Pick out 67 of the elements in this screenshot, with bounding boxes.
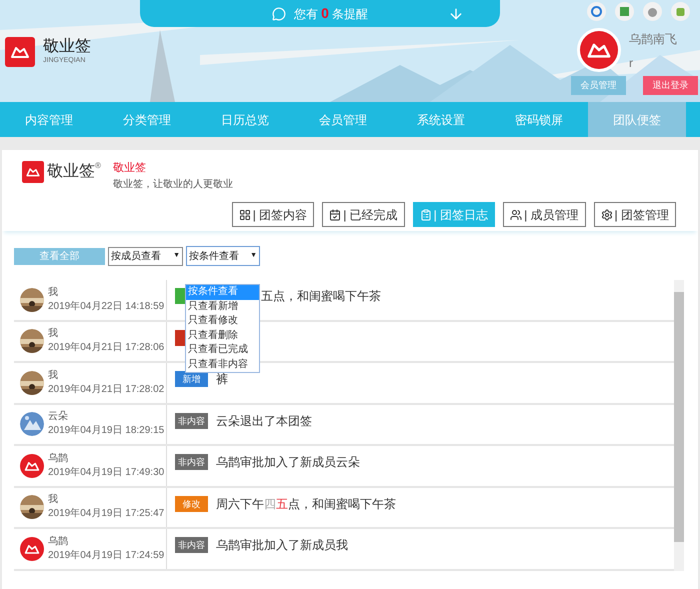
log-content: 云朵退出了本团签 [216, 412, 312, 428]
dropdown-option[interactable]: 只查看非内容 [186, 358, 259, 372]
log-badge: 非内容 [175, 412, 208, 428]
brand-name: 敬业签 [43, 38, 91, 56]
log-user: 我 [48, 368, 59, 383]
team-title[interactable]: 敬业签 [112, 160, 233, 176]
notice-bar[interactable]: 您有 0 条提醒 [140, 0, 500, 27]
action-tab[interactable]: | 成员管理 [503, 202, 586, 227]
nav-tab[interactable]: 分类管理 [98, 102, 196, 137]
logo-icon [5, 37, 35, 67]
log-content: 五点，和闺蜜喝下午茶 [261, 288, 381, 304]
dropdown-option[interactable]: 只查看新增 [186, 300, 259, 314]
user-name: 乌鹊南飞 [629, 31, 677, 48]
registered-mark: ® [95, 160, 101, 172]
log-user: 我 [48, 493, 59, 508]
action-tab[interactable]: | 已经完成 [322, 202, 405, 227]
team-logo-text: 敬业签 [47, 162, 95, 182]
action-tab[interactable]: | 团签管理 [594, 202, 676, 227]
logo-avatar-icon [20, 454, 44, 478]
nav-tab[interactable]: 会员管理 [294, 102, 392, 137]
nav-tab[interactable]: 日历总览 [196, 102, 294, 137]
log-user: 乌鹊 [48, 452, 69, 466]
log-badge: 新增 [175, 371, 208, 387]
scrollbar[interactable] [674, 280, 684, 570]
log-content: 裤 [216, 371, 228, 387]
calendar-check-icon [329, 208, 342, 220]
dropdown-option[interactable]: 按条件查看 [186, 285, 259, 300]
clipboard-icon [420, 208, 432, 220]
log-user: 乌鹊 [48, 534, 69, 549]
log-badge: 修改 [175, 496, 208, 512]
member-button[interactable]: 会员管理 [571, 76, 626, 95]
log-time: 2019年04月19日 17:25:47 [48, 507, 164, 522]
log-time: 2019年04月21日 17:28:06 [48, 341, 164, 356]
nav-tab[interactable]: 密码锁屏 [490, 102, 588, 137]
users-icon [510, 208, 522, 220]
action-tab[interactable]: | 团签内容 [232, 202, 314, 227]
log-user: 云朵 [48, 410, 69, 424]
log-time: 2019年04月21日 17:28:02 [48, 382, 164, 397]
log-badge: 非内容 [175, 454, 208, 470]
team-slogan: 敬业签，让敬业的人更敬业 [112, 178, 233, 192]
team-logo-icon [22, 161, 44, 183]
user-account: r [629, 55, 634, 72]
log-user: 我 [48, 286, 59, 300]
log-time: 2019年04月22日 14:18:59 [48, 300, 164, 314]
nav-tab[interactable]: 团队便签 [588, 102, 686, 137]
dropdown-option[interactable]: 只查看已完成 [186, 343, 259, 358]
nav-tab[interactable]: 系统设置 [392, 102, 490, 137]
dropdown-option[interactable]: 只查看修改 [186, 314, 259, 328]
logout-button[interactable]: 退出登录 [643, 76, 698, 95]
view-all-button[interactable]: 查看全部 [14, 248, 105, 264]
user-avatar-icon [580, 31, 618, 69]
log-user: 我 [48, 327, 59, 342]
log-time: 2019年04月19日 18:29:15 [48, 424, 164, 438]
logo-avatar-icon [20, 536, 44, 561]
action-tab[interactable]: | 团签日志 [412, 202, 496, 227]
log-time: 2019年04月19日 17:49:30 [48, 466, 164, 480]
dropdown-option[interactable]: 只查看删除 [186, 328, 259, 343]
grid-icon [238, 208, 251, 220]
log-time: 2019年04月19日 17:24:59 [48, 548, 164, 563]
log-badge: 非内容 [175, 537, 208, 553]
message-icon [272, 6, 286, 20]
log-content: 周六下午四五点，和闺蜜喝下午茶 [216, 496, 396, 512]
notice-text: 您有 0 条提醒 [294, 4, 368, 23]
log-content: 乌鹊审批加入了新成员云朵 [216, 454, 360, 470]
nav-tab[interactable]: 内容管理 [0, 102, 98, 137]
log-content: 乌鹊审批加入了新成员我 [216, 537, 348, 553]
gear-icon [600, 208, 613, 220]
